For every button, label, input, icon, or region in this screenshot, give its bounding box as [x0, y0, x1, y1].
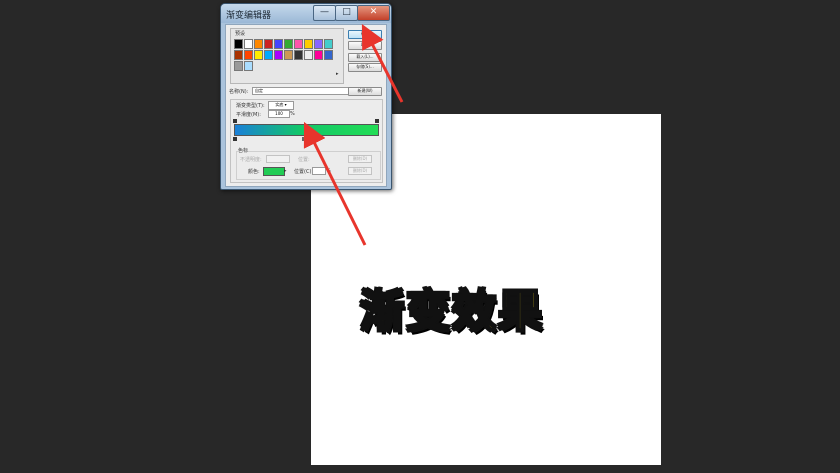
annotation-arrows: [303, 23, 404, 246]
arrow-to-gradient-stop: [303, 121, 367, 246]
arrow-to-ok-button: [361, 23, 404, 103]
